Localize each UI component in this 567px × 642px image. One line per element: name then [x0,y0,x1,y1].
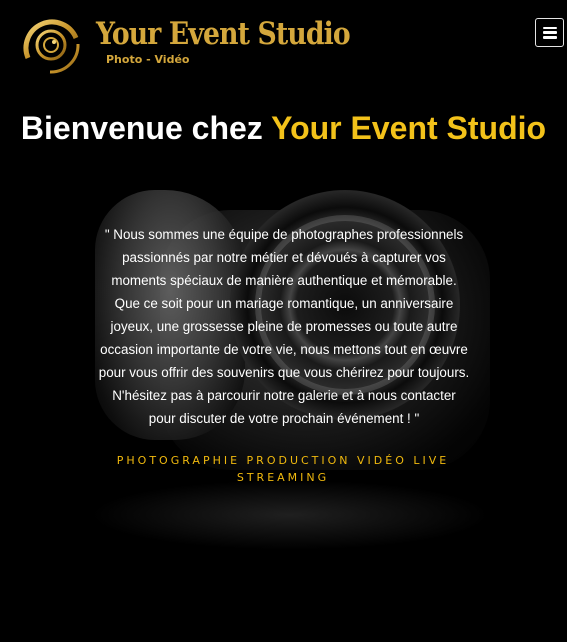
site-logo[interactable]: Your Event Studio Photo - Vidéo [20,12,351,74]
hero-title: Bienvenue chez Your Event Studio [0,108,567,148]
hero-quote: " Nous sommes une équipe de photographes… [98,227,470,426]
hamburger-menu-icon [542,26,557,39]
hero-title-accent: Your Event Studio [271,110,547,146]
services-tagline: PHOTOGRAPHIE PRODUCTION VIDÉO LIVE STREA… [116,454,450,484]
background-glow [90,480,490,550]
logo-subtitle: Photo - Vidéo [106,53,190,66]
camera-lens-logo-icon [23,19,80,74]
menu-toggle-button[interactable] [535,18,564,47]
logo-title: Your Event Studio [96,16,351,52]
hero-title-prefix: Bienvenue chez [20,110,272,146]
